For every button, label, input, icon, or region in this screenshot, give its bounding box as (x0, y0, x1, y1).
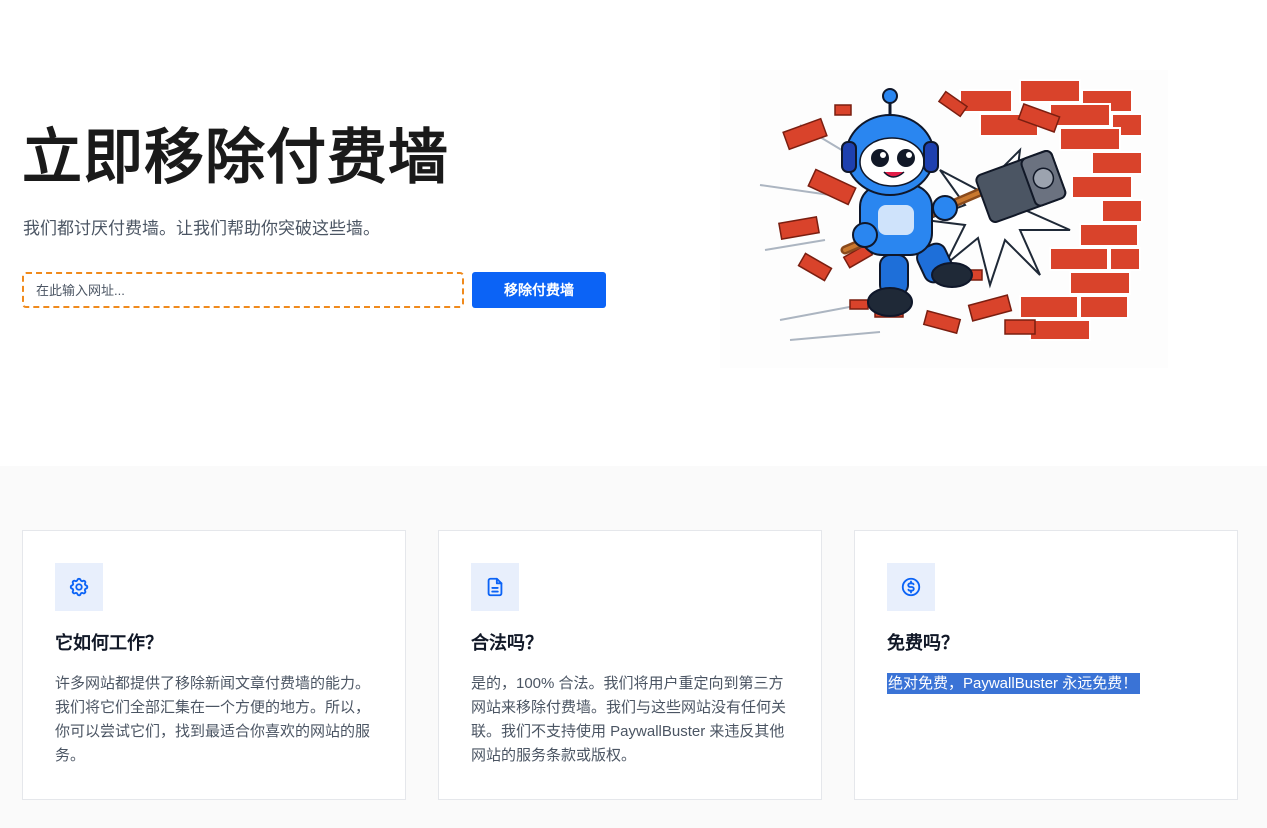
feature-title: 合法吗？ (471, 633, 543, 654)
feature-title: 它如何工作？ (55, 633, 163, 654)
robot-breaking-brick-wall-illustration (720, 70, 1168, 368)
url-input[interactable] (22, 272, 464, 308)
feature-title: 免费吗？ (887, 633, 959, 654)
features-section: 它如何工作？ 许多网站都提供了移除新闻文章付费墙的能力。我们将它们全部汇集在一个… (0, 466, 1267, 828)
hero-subtitle: 我们都讨厌付费墙。让我们帮助你突破这些墙。 (23, 219, 380, 238)
document-icon (471, 563, 519, 611)
hero-section: 立即移除付费墙 我们都讨厌付费墙。让我们帮助你突破这些墙。 移除付费墙 (0, 0, 1267, 466)
feature-description: 是的，100% 合法。我们将用户重定向到第三方网站来移除付费墙。我们与这些网站没… (471, 675, 787, 764)
feature-card-legal: 合法吗？ 是的，100% 合法。我们将用户重定向到第三方网站来移除付费墙。我们与… (438, 530, 822, 800)
feature-description: 绝对免费，PaywallBuster 永远免费！ (887, 672, 1207, 696)
feature-card-free: 免费吗？ 绝对免费，PaywallBuster 永远免费！ (854, 530, 1238, 800)
dollar-circle-icon (887, 563, 935, 611)
gear-icon (55, 563, 103, 611)
feature-card-how-it-works: 它如何工作？ 许多网站都提供了移除新闻文章付费墙的能力。我们将它们全部汇集在一个… (22, 530, 406, 800)
remove-paywall-button[interactable]: 移除付费墙 (472, 272, 606, 308)
feature-description: 许多网站都提供了移除新闻文章付费墙的能力。我们将它们全部汇集在一个方便的地方。所… (55, 675, 371, 764)
selected-text: 绝对免费，PaywallBuster 永远免费！ (887, 673, 1141, 694)
page-title: 立即移除付费墙 (22, 123, 449, 193)
